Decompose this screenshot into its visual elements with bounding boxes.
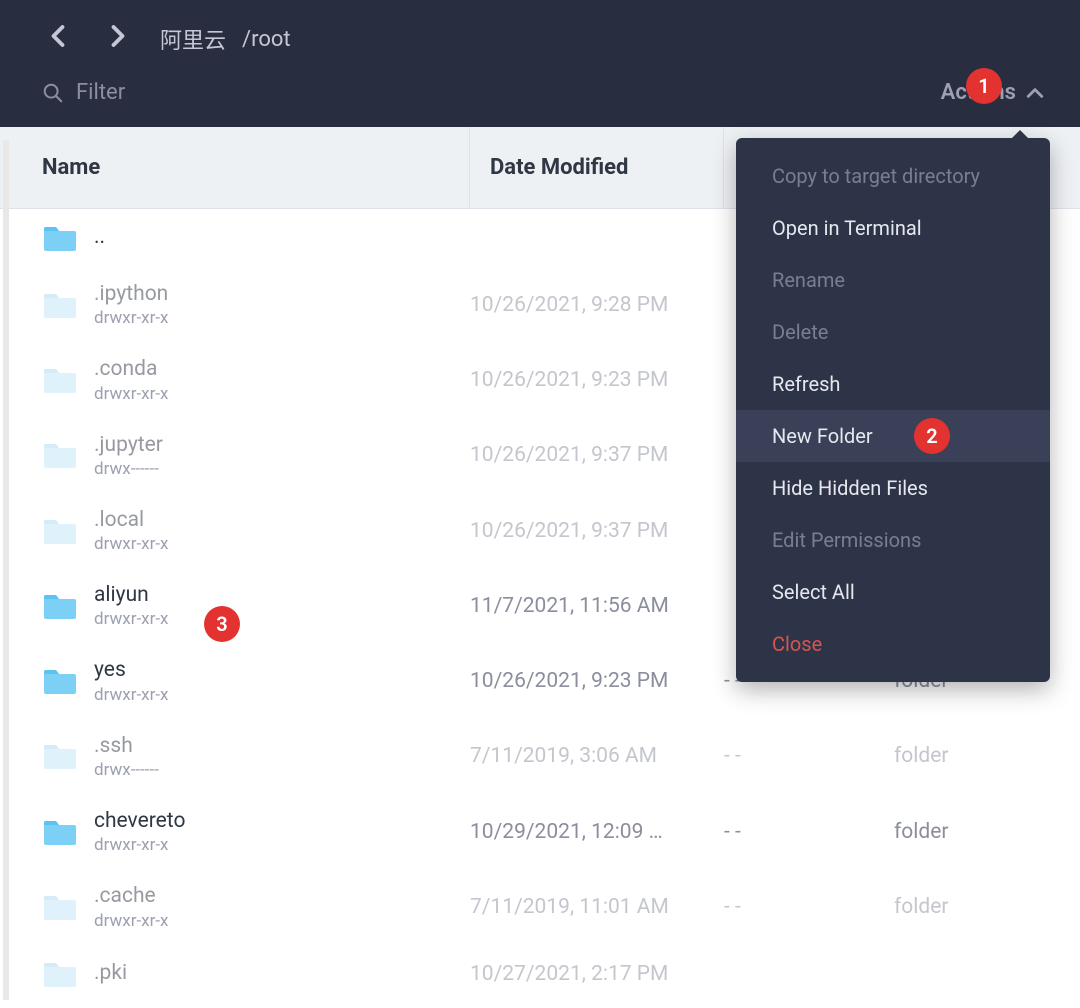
annotation-badge-1: 1 bbox=[966, 68, 1002, 104]
table-row[interactable]: .cache drwxr-xr-x 7/11/2019, 11:01 AM - … bbox=[0, 869, 1080, 944]
table-row[interactable]: .pki 10/27/2021, 2:17 PM bbox=[0, 945, 1080, 999]
annotation-badge-3: 3 bbox=[204, 606, 240, 642]
chevron-up-icon bbox=[1026, 87, 1044, 99]
back-button[interactable] bbox=[40, 18, 76, 60]
menu-edit-permissions: Edit Permissions bbox=[736, 514, 1050, 566]
file-permissions: drwxr-xr-x bbox=[94, 835, 185, 855]
folder-icon bbox=[42, 817, 78, 847]
menu-refresh[interactable]: Refresh bbox=[736, 358, 1050, 410]
cell-name: yes drwxr-xr-x bbox=[0, 657, 470, 704]
file-permissions: drwxr-xr-x bbox=[94, 308, 168, 328]
cell-name: .. bbox=[0, 223, 470, 253]
cell-date: 7/11/2019, 11:01 AM bbox=[470, 895, 724, 919]
cell-date: 10/26/2021, 9:23 PM bbox=[470, 368, 724, 392]
column-date-modified[interactable]: Date Modified bbox=[470, 127, 724, 208]
cell-date: 7/11/2019, 3:06 AM bbox=[470, 744, 724, 768]
cell-name: chevereto drwxr-xr-x bbox=[0, 808, 470, 855]
file-name: yes bbox=[94, 657, 168, 684]
table-row[interactable]: .ssh drwx------ 7/11/2019, 3:06 AM - - f… bbox=[0, 719, 1080, 794]
menu-copy-to-target: Copy to target directory bbox=[736, 150, 1050, 202]
menu-delete: Delete bbox=[736, 306, 1050, 358]
cell-date: 11/7/2021, 11:56 AM bbox=[470, 594, 724, 618]
menu-select-all[interactable]: Select All bbox=[736, 566, 1050, 618]
cell-size: - - bbox=[724, 820, 894, 844]
actions-dropdown: Copy to target directory Open in Termina… bbox=[736, 138, 1050, 682]
cell-date: 10/26/2021, 9:28 PM bbox=[470, 293, 724, 317]
cell-date: 10/26/2021, 9:23 PM bbox=[470, 669, 724, 693]
folder-icon bbox=[42, 290, 78, 320]
menu-rename: Rename bbox=[736, 254, 1050, 306]
file-permissions: drwxr-xr-x bbox=[94, 911, 168, 931]
folder-icon bbox=[42, 365, 78, 395]
file-name: .ipython bbox=[94, 281, 168, 308]
cell-type: folder bbox=[894, 820, 1080, 844]
cell-name: .ipython drwxr-xr-x bbox=[0, 281, 470, 328]
search-icon bbox=[42, 82, 64, 104]
file-permissions: drwxr-xr-x bbox=[94, 685, 168, 705]
filter-placeholder: Filter bbox=[76, 80, 125, 105]
breadcrumb[interactable]: 阿里云 /root bbox=[160, 23, 291, 55]
cell-name: .cache drwxr-xr-x bbox=[0, 883, 470, 930]
breadcrumb-path: /root bbox=[242, 27, 291, 52]
menu-new-folder[interactable]: New Folder bbox=[736, 410, 1050, 462]
cell-size: - - bbox=[724, 744, 894, 768]
breadcrumb-host: 阿里云 bbox=[160, 23, 226, 55]
folder-icon bbox=[42, 892, 78, 922]
file-name: .. bbox=[94, 224, 105, 251]
folder-icon bbox=[42, 741, 78, 771]
file-name: aliyun bbox=[94, 582, 168, 609]
file-name: .jupyter bbox=[94, 432, 163, 459]
cell-name: .conda drwxr-xr-x bbox=[0, 356, 470, 403]
file-name: chevereto bbox=[94, 808, 185, 835]
annotation-badge-2: 2 bbox=[914, 418, 950, 454]
filter-row: Filter Actions bbox=[0, 70, 1080, 127]
table-row[interactable]: chevereto drwxr-xr-x 10/29/2021, 12:09 …… bbox=[0, 794, 1080, 869]
menu-close[interactable]: Close bbox=[736, 618, 1050, 670]
file-name: .ssh bbox=[94, 733, 159, 760]
folder-icon bbox=[42, 440, 78, 470]
file-name: .pki bbox=[94, 960, 127, 987]
file-name: .conda bbox=[94, 356, 168, 383]
file-permissions: drwx------ bbox=[94, 459, 163, 479]
scrollbar[interactable] bbox=[3, 140, 9, 1000]
file-permissions: drwxr-xr-x bbox=[94, 609, 168, 629]
nav-row: 阿里云 /root bbox=[0, 0, 1080, 70]
menu-hide-hidden-files[interactable]: Hide Hidden Files bbox=[736, 462, 1050, 514]
cell-name: .pki bbox=[0, 959, 470, 989]
cell-type: folder bbox=[894, 744, 1080, 768]
folder-icon bbox=[42, 666, 78, 696]
folder-icon bbox=[42, 959, 78, 989]
file-permissions: drwxr-xr-x bbox=[94, 534, 168, 554]
cell-name: .local drwxr-xr-x bbox=[0, 507, 470, 554]
header: 阿里云 /root Filter Actions bbox=[0, 0, 1080, 127]
menu-open-in-terminal[interactable]: Open in Terminal bbox=[736, 202, 1050, 254]
cell-name: .jupyter drwx------ bbox=[0, 432, 470, 479]
file-name: .cache bbox=[94, 883, 168, 910]
folder-icon bbox=[42, 516, 78, 546]
column-name[interactable]: Name bbox=[0, 127, 470, 208]
cell-size: - - bbox=[724, 895, 894, 919]
cell-date: 10/29/2021, 12:09 … bbox=[470, 820, 724, 844]
cell-date: 10/27/2021, 2:17 PM bbox=[470, 962, 724, 986]
file-permissions: drwx------ bbox=[94, 760, 159, 780]
folder-icon bbox=[42, 223, 78, 253]
cell-date: 10/26/2021, 9:37 PM bbox=[470, 443, 724, 467]
folder-icon bbox=[42, 591, 78, 621]
file-permissions: drwxr-xr-x bbox=[94, 384, 168, 404]
forward-button[interactable] bbox=[100, 18, 136, 60]
cell-date: 10/26/2021, 9:37 PM bbox=[470, 519, 724, 543]
cell-name: .ssh drwx------ bbox=[0, 733, 470, 780]
cell-type: folder bbox=[894, 895, 1080, 919]
filter-input[interactable]: Filter bbox=[42, 80, 125, 105]
file-name: .local bbox=[94, 507, 168, 534]
